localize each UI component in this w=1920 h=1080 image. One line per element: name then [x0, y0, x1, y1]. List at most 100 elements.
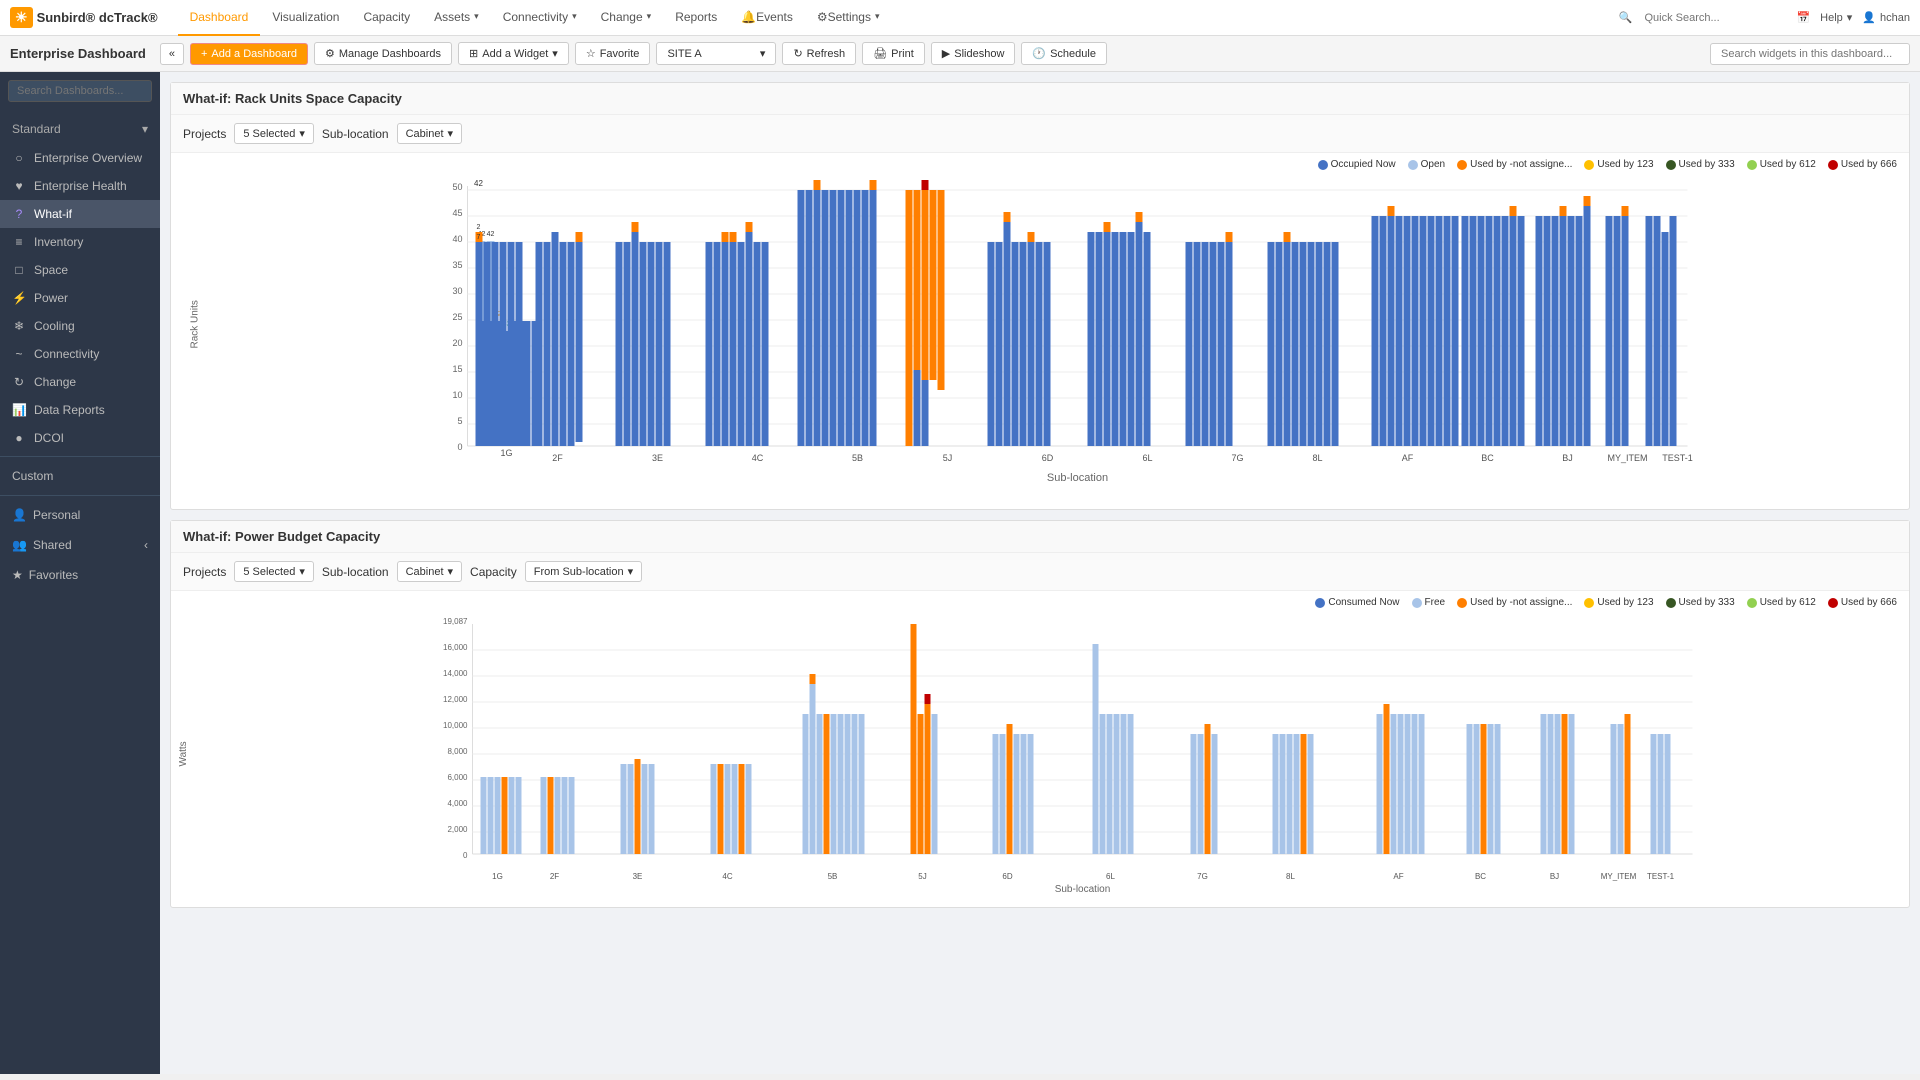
page-title: Enterprise Dashboard — [10, 46, 146, 61]
user-icon: 👤 — [1862, 11, 1876, 24]
svg-text:1G: 1G — [492, 872, 503, 881]
sidebar-item-personal[interactable]: 👤 Personal — [0, 500, 160, 530]
sidebar-item-label: DCOI — [34, 431, 64, 445]
legend-dot — [1747, 598, 1757, 608]
sidebar-item-change[interactable]: ↻ Change — [0, 368, 160, 396]
caret-down-icon: ▾ — [448, 565, 454, 578]
schedule-button[interactable]: 🕐 Schedule — [1021, 42, 1107, 65]
favorites-label: Favorites — [29, 568, 78, 582]
sidebar-item-enterprise-health[interactable]: ♥ Enterprise Health — [0, 172, 160, 200]
power-sublocation-selector[interactable]: Cabinet ▾ — [397, 561, 462, 582]
nav-item-connectivity[interactable]: Connectivity ▾ — [491, 0, 589, 36]
sidebar-item-label: Change — [34, 375, 76, 389]
svg-text:2F: 2F — [552, 453, 563, 463]
slideshow-button[interactable]: ▶ Slideshow — [931, 42, 1016, 65]
quick-search-input[interactable] — [1636, 9, 1786, 27]
nav-item-visualization[interactable]: Visualization — [260, 0, 351, 36]
calendar-btn[interactable]: 📅 — [1796, 11, 1810, 24]
legend-occupied: Occupied Now — [1318, 159, 1396, 170]
person-icon: 👤 — [12, 508, 27, 522]
logo[interactable]: ☀ Sunbird® dcTrack® — [10, 7, 158, 28]
chart-2-container: Watts 0 2,000 4,000 6,000 8,000 10,000 1… — [171, 614, 1909, 907]
sidebar-item-connectivity[interactable]: ~ Connectivity — [0, 340, 160, 368]
add-dashboard-button[interactable]: + Add a Dashboard — [190, 43, 308, 65]
chart-svg-2: 0 2,000 4,000 6,000 8,000 10,000 12,000 … — [226, 614, 1899, 894]
add-widget-button[interactable]: ⊞ Add a Widget ▾ — [458, 42, 569, 65]
personal-label: Personal — [33, 508, 80, 522]
standard-label: Standard — [12, 122, 61, 136]
site-selector[interactable]: SITE A ▾ — [656, 42, 776, 65]
sidebar-item-label: Inventory — [34, 235, 83, 249]
svg-text:2F: 2F — [550, 872, 559, 881]
widget-search-input[interactable] — [1710, 43, 1910, 65]
legend-free: Free — [1412, 597, 1446, 608]
capacity-selector[interactable]: From Sub-location ▾ — [525, 561, 642, 582]
widget-rack-units-controls: Projects 5 Selected ▾ Sub-location Cabin… — [171, 115, 1909, 153]
inventory-icon: ≡ — [12, 235, 26, 249]
svg-text:6D: 6D — [1002, 872, 1012, 881]
sidebar-item-dcoi[interactable]: ● DCOI — [0, 424, 160, 452]
help-label: Help — [1820, 12, 1843, 24]
svg-text:7: 7 — [477, 234, 481, 241]
user-btn[interactable]: 👤 hchan — [1862, 11, 1910, 24]
manage-dashboards-button[interactable]: ⚙ Manage Dashboards — [314, 42, 452, 65]
nav-item-settings[interactable]: ⚙ Settings ▾ — [805, 0, 892, 36]
sidebar-item-custom[interactable]: Custom — [0, 461, 160, 491]
nav-item-events[interactable]: 🔔 Events — [729, 0, 805, 36]
sidebar-item-enterprise-overview[interactable]: ○ Enterprise Overview — [0, 144, 160, 172]
sidebar-item-power[interactable]: ⚡ Power — [0, 284, 160, 312]
legend-612-2: Used by 612 — [1747, 597, 1816, 608]
nav-item-dashboard[interactable]: Dashboard — [178, 0, 261, 36]
sidebar-item-data-reports[interactable]: 📊 Data Reports — [0, 396, 160, 424]
legend-dot — [1584, 598, 1594, 608]
legend-dot — [1584, 160, 1594, 170]
svg-text:2: 2 — [477, 224, 481, 231]
projects-selector[interactable]: 5 Selected ▾ — [234, 123, 314, 144]
dcoi-icon: ● — [12, 431, 26, 445]
caret-down-icon: ▾ — [628, 565, 634, 578]
refresh-button[interactable]: ↻ Refresh — [782, 42, 856, 65]
widget-power-title: What-if: Power Budget Capacity — [171, 521, 1909, 553]
chart-1-container: Rack Units 0 5 10 15 20 25 30 35 — [171, 176, 1909, 509]
print-button[interactable]: 🖨 Print — [862, 42, 925, 65]
logo-icon: ☀ — [10, 7, 33, 28]
sidebar-item-label: Power — [34, 291, 68, 305]
legend-666: Used by 666 — [1828, 159, 1897, 170]
svg-text:19,087: 19,087 — [443, 617, 468, 626]
sidebar-search-input[interactable] — [8, 80, 152, 102]
widget-rack-units: What-if: Rack Units Space Capacity Proje… — [170, 82, 1910, 510]
legend-333: Used by 333 — [1666, 159, 1735, 170]
sidebar-item-space[interactable]: □ Space — [0, 256, 160, 284]
nav-item-capacity[interactable]: Capacity — [351, 0, 422, 36]
sidebar-standard-header[interactable]: Standard ▾ — [12, 118, 148, 140]
quick-search-btn[interactable]: 🔍 — [1619, 9, 1787, 27]
nav-item-assets[interactable]: Assets ▾ — [422, 0, 491, 36]
gear-icon: ⚙ — [325, 47, 335, 60]
svg-text:BC: BC — [1475, 872, 1486, 881]
nav-item-change[interactable]: Change ▾ — [589, 0, 664, 36]
svg-text:6L: 6L — [1106, 872, 1115, 881]
top-navigation: ☀ Sunbird® dcTrack® Dashboard Visualizat… — [0, 0, 1920, 36]
collapse-sidebar-button[interactable]: « — [160, 43, 184, 65]
sublocation-selector[interactable]: Cabinet ▾ — [397, 123, 462, 144]
sidebar-item-cooling[interactable]: ❄ Cooling — [0, 312, 160, 340]
sidebar-item-label: Enterprise Health — [34, 179, 127, 193]
sidebar-item-favorites[interactable]: ★ Favorites — [0, 560, 160, 590]
svg-text:15: 15 — [452, 364, 462, 374]
svg-text:5B: 5B — [828, 872, 838, 881]
sidebar-divider-1 — [0, 456, 160, 457]
svg-text:42: 42 — [474, 179, 483, 188]
svg-text:10,000: 10,000 — [443, 721, 468, 730]
svg-text:35: 35 — [452, 260, 462, 270]
sidebar-item-shared[interactable]: 👥 Shared ‹ — [0, 530, 160, 560]
favorite-button[interactable]: ☆ Favorite — [575, 42, 651, 65]
connectivity-icon: ~ — [12, 347, 26, 361]
svg-text:TEST-1: TEST-1 — [1647, 872, 1675, 881]
sidebar-item-label: Space — [34, 263, 68, 277]
help-btn[interactable]: Help ▾ — [1820, 11, 1852, 24]
sidebar-item-inventory[interactable]: ≡ Inventory — [0, 228, 160, 256]
nav-item-reports[interactable]: Reports — [663, 0, 729, 36]
sidebar-item-what-if[interactable]: ? What-if — [0, 200, 160, 228]
power-projects-selector[interactable]: 5 Selected ▾ — [234, 561, 314, 582]
widget-rack-units-title: What-if: Rack Units Space Capacity — [171, 83, 1909, 115]
